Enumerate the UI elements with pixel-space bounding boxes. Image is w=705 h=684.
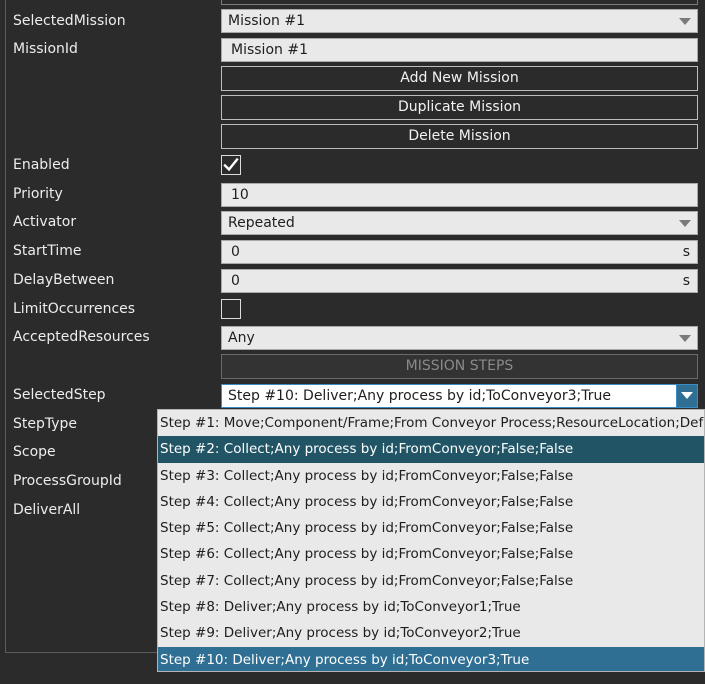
dropdown-toggle[interactable] bbox=[676, 384, 698, 408]
dropdown-item-step-10[interactable]: Step #10: Deliver;Any process by id;ToCo… bbox=[158, 646, 704, 671]
selected-step-value: Step #10: Deliver;Any process by id;ToCo… bbox=[228, 388, 611, 404]
chevron-down-icon[interactable] bbox=[679, 335, 691, 342]
priority-label: Priority bbox=[13, 186, 63, 202]
selected-step-combo[interactable]: Step #10: Deliver;Any process by id;ToCo… bbox=[221, 384, 698, 408]
dropdown-item-step-7[interactable]: Step #7: Collect;Any process by id;FromC… bbox=[158, 568, 704, 594]
dropdown-item-step-3[interactable]: Step #3: Collect;Any process by id;FromC… bbox=[158, 463, 704, 489]
selected-step-label: SelectedStep bbox=[13, 387, 106, 403]
process-group-id-label: ProcessGroupId bbox=[13, 473, 122, 489]
add-new-mission-button[interactable]: Add New Mission bbox=[221, 66, 698, 91]
start-time-input[interactable]: 0 s bbox=[221, 240, 698, 264]
step-type-label: StepType bbox=[13, 416, 78, 432]
enabled-label: Enabled bbox=[13, 157, 70, 173]
dropdown-item-step-4[interactable]: Step #4: Collect;Any process by id;FromC… bbox=[158, 489, 704, 515]
dropdown-item-step-8[interactable]: Step #8: Deliver;Any process by id;ToCon… bbox=[158, 594, 704, 620]
limit-occurrences-label: LimitOccurrences bbox=[13, 301, 136, 317]
selected-step-dropdown-list[interactable]: Step #1: Move;Component/Frame;From Conve… bbox=[157, 409, 705, 672]
enabled-checkbox[interactable] bbox=[221, 155, 241, 175]
mission-id-label: MissionId bbox=[13, 41, 78, 57]
scope-label: Scope bbox=[13, 444, 56, 460]
start-time-label: StartTime bbox=[13, 243, 82, 259]
accepted-resources-combo[interactable]: Any bbox=[221, 326, 698, 350]
activator-combo[interactable]: Repeated bbox=[221, 211, 698, 235]
accepted-resources-label: AcceptedResources bbox=[13, 329, 150, 345]
mission-id-input[interactable]: Mission #1 bbox=[221, 38, 698, 62]
mission-id-value: Mission #1 bbox=[231, 42, 308, 58]
dropdown-item-step-9[interactable]: Step #9: Deliver;Any process by id;ToCon… bbox=[158, 620, 704, 646]
priority-input[interactable]: 10 bbox=[221, 183, 698, 207]
duplicate-mission-button[interactable]: Duplicate Mission bbox=[221, 95, 698, 120]
dropdown-item-step-5[interactable]: Step #5: Collect;Any process by id;FromC… bbox=[158, 515, 704, 541]
delay-between-input[interactable]: 0 s bbox=[221, 269, 698, 293]
chevron-down-icon[interactable] bbox=[679, 220, 691, 227]
start-time-unit: s bbox=[682, 244, 690, 260]
selected-mission-value: Mission #1 bbox=[228, 13, 305, 29]
dropdown-item-step-2[interactable]: Step #2: Collect;Any process by id;FromC… bbox=[158, 436, 704, 463]
dropdown-item-step-1[interactable]: Step #1: Move;Component/Frame;From Conve… bbox=[158, 410, 704, 436]
activator-label: Activator bbox=[13, 214, 77, 230]
deliver-all-label: DeliverAll bbox=[13, 502, 81, 518]
dropdown-item-step-6[interactable]: Step #6: Collect;Any process by id;FromC… bbox=[158, 541, 704, 567]
previous-field-edge bbox=[221, 0, 698, 5]
activator-value: Repeated bbox=[228, 215, 295, 231]
accepted-resources-value: Any bbox=[228, 330, 255, 346]
selected-mission-label: SelectedMission bbox=[13, 13, 126, 29]
delay-between-value: 0 bbox=[231, 273, 240, 289]
priority-value: 10 bbox=[231, 187, 249, 203]
delete-mission-button[interactable]: Delete Mission bbox=[221, 124, 698, 149]
delay-between-unit: s bbox=[682, 273, 690, 289]
selected-mission-combo[interactable]: Mission #1 bbox=[221, 9, 698, 33]
chevron-down-icon[interactable] bbox=[679, 18, 691, 25]
mission-steps-header: MISSION STEPS bbox=[221, 354, 698, 379]
start-time-value: 0 bbox=[231, 244, 240, 260]
checkmark-icon bbox=[223, 157, 239, 172]
limit-occurrences-checkbox[interactable] bbox=[221, 299, 241, 319]
chevron-down-icon[interactable] bbox=[681, 392, 693, 399]
delay-between-label: DelayBetween bbox=[13, 272, 115, 288]
